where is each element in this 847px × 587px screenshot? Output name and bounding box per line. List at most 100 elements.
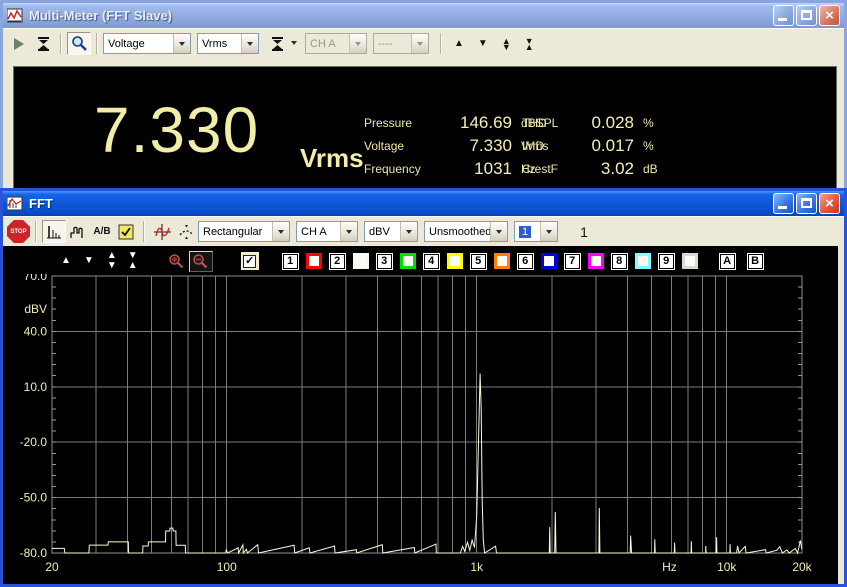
axis-label: -50.0	[20, 491, 48, 505]
client-edge	[838, 246, 844, 584]
multimeter-app-icon	[7, 8, 23, 24]
multimeter-titlebar[interactable]: Multi-Meter (FFT Slave) ×	[3, 3, 844, 28]
dropdown-arrow-icon[interactable]	[272, 222, 289, 241]
autoscale-button[interactable]	[31, 32, 55, 55]
scale-down-button[interactable]: ▼	[84, 256, 94, 266]
average-count-select[interactable]: 1	[514, 221, 558, 242]
curve-3-button[interactable]: 3	[377, 254, 392, 269]
dropdown-arrow-icon[interactable]	[400, 222, 417, 241]
multimeter-title: Multi-Meter (FFT Slave)	[27, 8, 769, 23]
maximize-button[interactable]	[796, 5, 817, 26]
checklist-icon	[118, 224, 134, 240]
curve-selector: 3	[377, 253, 416, 269]
play-icon	[12, 37, 26, 51]
curve-6-color-toggle[interactable]	[541, 253, 557, 269]
range-dropdown-icon[interactable]	[291, 41, 297, 48]
curve-4-button[interactable]: 4	[424, 254, 439, 269]
unit-select[interactable]: Vrms	[197, 33, 259, 54]
plot-border	[52, 276, 802, 553]
axis-label: 1k	[470, 560, 484, 574]
time-domain-button[interactable]	[150, 220, 174, 243]
compress-scale-button[interactable]: ▼▲	[128, 251, 138, 271]
run-button[interactable]	[7, 32, 31, 55]
curve-9-button[interactable]: 9	[659, 254, 674, 269]
expand-scale-button[interactable]: ▲▼	[502, 38, 511, 50]
curve-5-color-toggle[interactable]	[494, 253, 510, 269]
curve-7-button[interactable]: 7	[565, 254, 580, 269]
curve-8-color-toggle[interactable]	[635, 253, 651, 269]
minimize-button[interactable]	[773, 193, 794, 214]
curve-selector: 1	[283, 253, 322, 269]
fft-titlebar[interactable]: FFT ×	[3, 191, 844, 216]
curve-8-button[interactable]: 8	[612, 254, 627, 269]
close-button[interactable]: ×	[819, 5, 840, 26]
fft-window-select[interactable]: Rectangular	[198, 221, 290, 242]
fft-title: FFT	[27, 196, 769, 211]
stat-label: Frequency	[364, 162, 430, 176]
overlay-a-button[interactable]: A	[720, 254, 735, 269]
dropdown-arrow-icon	[411, 34, 428, 53]
multimeter-toolbar: Voltage Vrms CH A ----	[3, 28, 844, 58]
curve-6-button[interactable]: 6	[518, 254, 533, 269]
graph-controls: ▲ ▼ ▲▼ ▼▲	[61, 251, 763, 271]
range-collapse-button[interactable]	[265, 32, 289, 55]
curve-9-color-toggle[interactable]	[682, 253, 698, 269]
curve-4-color-toggle[interactable]	[447, 253, 463, 269]
zoom-in-button[interactable]	[165, 251, 189, 272]
magnifier-icon	[71, 35, 88, 52]
curve-selector: 9	[659, 253, 698, 269]
minimize-button[interactable]	[773, 5, 794, 26]
scale-up-button[interactable]: ▲	[454, 39, 464, 49]
multimeter-window: Multi-Meter (FFT Slave) ×	[0, 0, 847, 190]
peak-tracking-button[interactable]	[174, 220, 198, 243]
curve-selector: 5	[471, 253, 510, 269]
peak-hold-view-button[interactable]	[66, 220, 90, 243]
curve-3-color-toggle[interactable]	[400, 253, 416, 269]
axis-label: 70.0	[24, 274, 48, 283]
dropdown-arrow-icon[interactable]	[340, 222, 357, 241]
curve-2-color-toggle[interactable]	[353, 253, 369, 269]
zoom-toggle-button[interactable]	[67, 32, 91, 55]
fft-window: FFT × STOP	[0, 188, 847, 587]
settings-checklist-button[interactable]	[114, 220, 138, 243]
axes-waveform-icon	[154, 224, 171, 240]
dropdown-arrow-icon[interactable]	[490, 222, 507, 241]
screen: Multi-Meter (FFT Slave) ×	[0, 0, 847, 587]
overlay-b-button[interactable]: B	[748, 254, 763, 269]
maximize-button[interactable]	[796, 193, 817, 214]
spectrum-view-button[interactable]	[42, 220, 66, 243]
spectrum-trace	[52, 374, 802, 554]
axis-label: dBV	[24, 302, 47, 316]
curve-5-button[interactable]: 5	[471, 254, 486, 269]
curve-1-button[interactable]: 1	[283, 254, 298, 269]
fft-unit-select[interactable]: dBV	[364, 221, 418, 242]
dropdown-arrow-icon[interactable]	[173, 34, 190, 53]
axis-label: -20.0	[20, 435, 48, 449]
scale-down-button[interactable]: ▼	[478, 39, 488, 49]
meter-display: 7.330 Vrms Pressure146.69dBSPLVoltage7.3…	[13, 66, 837, 190]
scale-up-button[interactable]: ▲	[61, 256, 71, 266]
fft-channel-select[interactable]: CH A	[296, 221, 358, 242]
signal-select[interactable]: Voltage	[103, 33, 191, 54]
channel-select: CH A	[305, 33, 367, 54]
dropdown-arrow-icon[interactable]	[241, 34, 258, 53]
stat-unit: %	[634, 116, 668, 130]
ab-compare-button[interactable]: A/B	[90, 220, 114, 243]
curve-selector: 6	[518, 253, 557, 269]
compress-scale-button[interactable]: ▼▲	[525, 38, 534, 50]
close-button[interactable]: ×	[819, 193, 840, 214]
axis-label: -80.0	[20, 546, 48, 560]
dropdown-arrow-icon[interactable]	[540, 222, 557, 241]
spectrum-plot[interactable]: 70.040.010.0-20.0-50.0-80.0dBV201001k10k…	[3, 274, 838, 587]
axis-label: Hz	[662, 560, 677, 574]
axis-label: 20k	[792, 560, 812, 574]
stop-button[interactable]: STOP	[7, 220, 30, 243]
skyline-icon	[70, 224, 87, 240]
curve-2-button[interactable]: 2	[330, 254, 345, 269]
zoom-out-button[interactable]	[189, 251, 213, 272]
expand-scale-button[interactable]: ▲▼	[107, 251, 117, 271]
curve-1-color-toggle[interactable]	[306, 253, 322, 269]
curve-7-color-toggle[interactable]	[588, 253, 604, 269]
curve-visibility-checkbox[interactable]: ✓	[241, 252, 259, 270]
smoothing-select[interactable]: Unsmoothed	[424, 221, 508, 242]
